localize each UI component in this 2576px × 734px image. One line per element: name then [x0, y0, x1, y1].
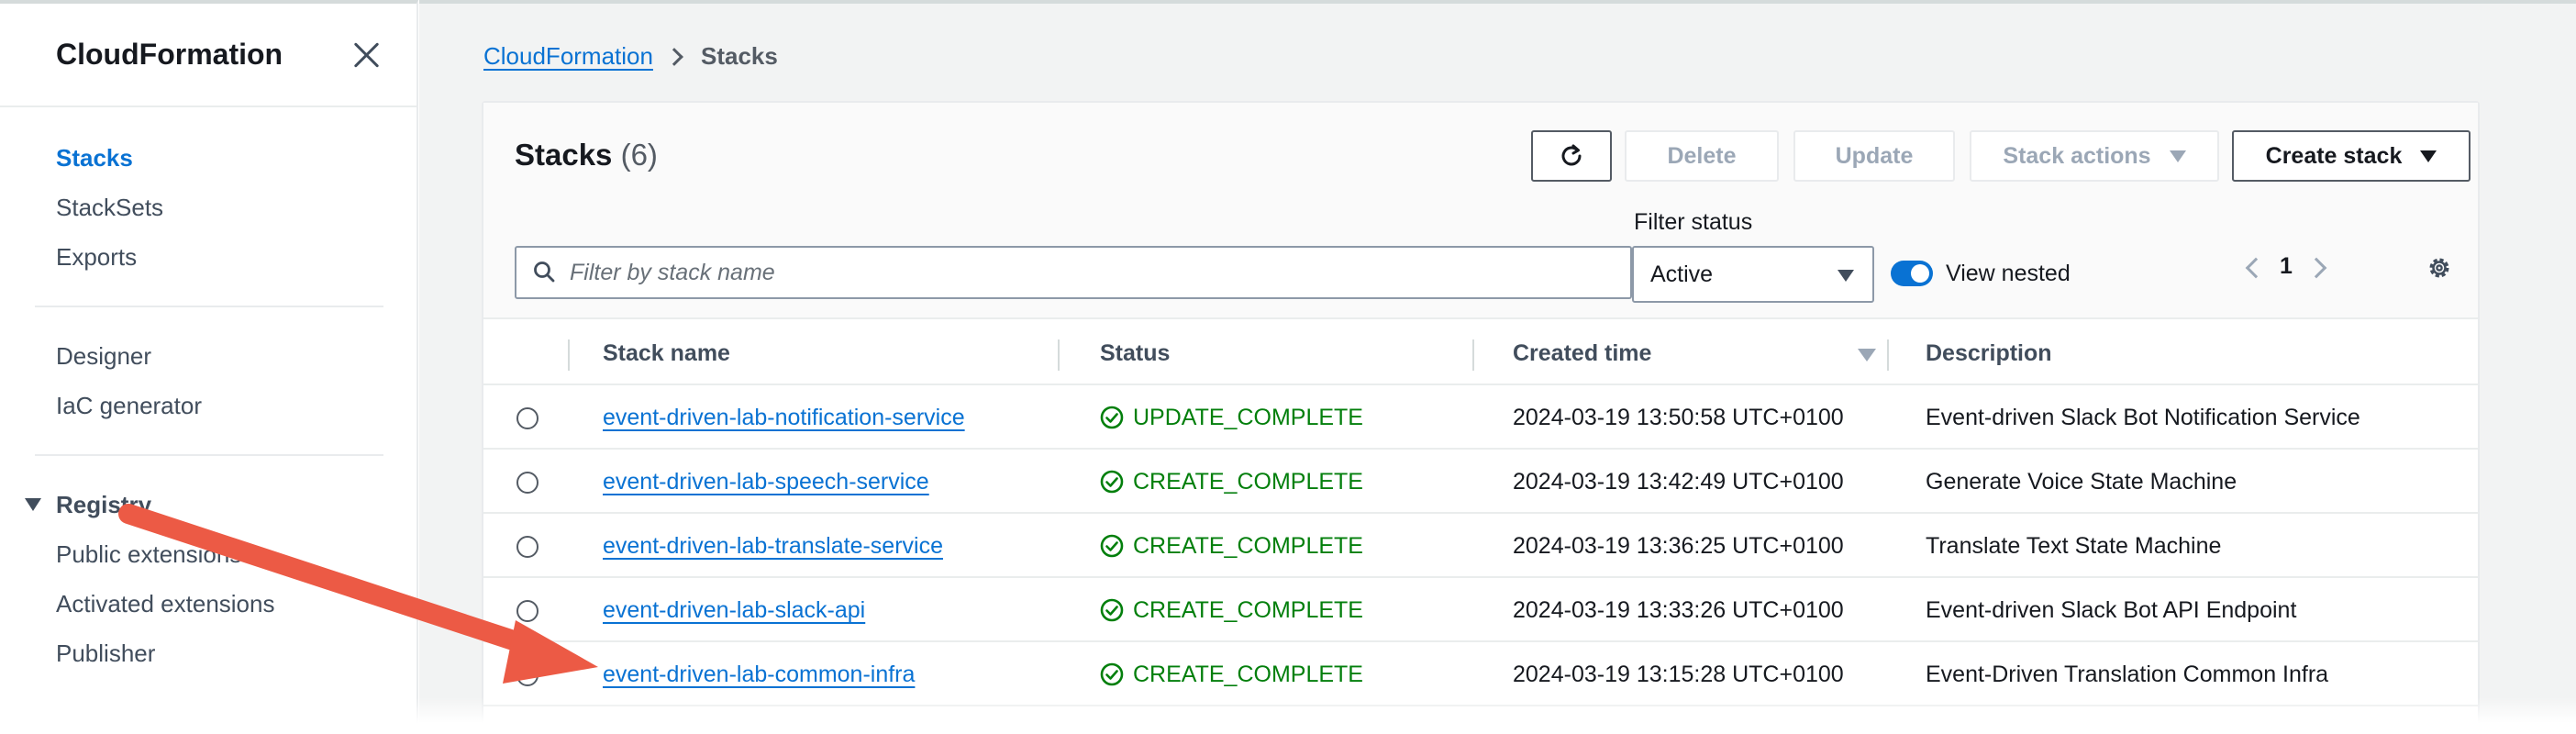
- nav-item-public-extensions[interactable]: Public extensions: [56, 529, 416, 579]
- check-circle-icon: [1100, 598, 1124, 622]
- caret-down-icon: [25, 498, 41, 511]
- stack-name-link[interactable]: event-driven-lab-speech-service: [603, 469, 929, 495]
- status-badge: CREATE_COMPLETE: [1100, 578, 1363, 642]
- panel-title: Stacks (6): [515, 138, 658, 172]
- nav-primary: Stacks StackSets Exports: [0, 133, 416, 282]
- registry-label: Registry: [56, 490, 152, 518]
- close-icon[interactable]: [352, 41, 380, 69]
- registry-section-toggle[interactable]: Registry: [0, 480, 416, 529]
- row-select-radio[interactable]: [516, 664, 539, 686]
- status-badge: CREATE_COMPLETE: [1100, 450, 1363, 514]
- search-input[interactable]: [570, 259, 1630, 286]
- table-row: event-driven-lab-speech-service CREATE_C…: [483, 450, 2478, 514]
- created-time: 2024-03-19 13:42:49 UTC+0100: [1513, 469, 1844, 495]
- nav-divider: [35, 306, 383, 307]
- nav-item-stacksets[interactable]: StackSets: [56, 183, 416, 232]
- sort-descending-icon[interactable]: [1858, 349, 1876, 361]
- chevron-right-icon[interactable]: [2305, 257, 2327, 279]
- nav-item-publisher[interactable]: Publisher: [56, 628, 416, 678]
- page-number[interactable]: 1: [2280, 253, 2293, 280]
- panel-title-text: Stacks: [515, 138, 613, 172]
- stack-actions-button[interactable]: Stack actions: [1970, 130, 2219, 182]
- refresh-icon: [1561, 144, 1582, 166]
- column-divider: [1472, 339, 1474, 371]
- stack-name-link[interactable]: event-driven-lab-notification-service: [603, 405, 965, 430]
- row-select-radio[interactable]: [516, 536, 539, 558]
- create-stack-label: Create stack: [2265, 142, 2403, 169]
- view-nested-label: View nested: [1946, 261, 2071, 286]
- check-circle-icon: [1100, 662, 1124, 686]
- filter-status-label: Filter status: [1634, 209, 1753, 235]
- table-row: event-driven-lab-notification-service UP…: [483, 385, 2478, 450]
- stack-name-link[interactable]: event-driven-lab-common-infra: [603, 662, 915, 687]
- nav-item-designer[interactable]: Designer: [56, 331, 416, 381]
- create-stack-button[interactable]: Create stack: [2232, 130, 2471, 182]
- nav-item-iac-generator[interactable]: IaC generator: [56, 381, 416, 430]
- nav-item-activated-extensions[interactable]: Activated extensions: [56, 579, 416, 628]
- created-time: 2024-03-19 13:36:25 UTC+0100: [1513, 533, 1844, 559]
- stack-description: Event-driven Slack Bot API Endpoint: [1926, 597, 2297, 623]
- status-text: CREATE_COMPLETE: [1133, 469, 1363, 495]
- delete-button[interactable]: Delete: [1625, 130, 1779, 182]
- column-header-stack-name[interactable]: Stack name: [603, 321, 730, 385]
- status-badge: CREATE_COMPLETE: [1100, 514, 1363, 578]
- table-row: event-driven-lab-slack-api CREATE_COMPLE…: [483, 578, 2478, 642]
- update-button[interactable]: Update: [1793, 130, 1955, 182]
- column-header-created-time[interactable]: Created time: [1513, 321, 1651, 385]
- column-divider: [1058, 339, 1060, 371]
- caret-down-icon: [1838, 270, 1854, 282]
- chevron-right-icon: [665, 47, 683, 66]
- stack-description: Translate Text State Machine: [1926, 533, 2222, 559]
- status-badge: UPDATE_COMPLETE: [1100, 385, 1363, 450]
- search-icon: [534, 261, 555, 283]
- row-select-radio[interactable]: [516, 407, 539, 429]
- gear-icon[interactable]: [2425, 253, 2454, 283]
- side-navigation: CloudFormation Stacks StackSets Exports …: [0, 0, 418, 734]
- check-circle-icon: [1100, 470, 1124, 494]
- stack-description: Generate Voice State Machine: [1926, 469, 2237, 495]
- screenshot-torn-edge: [0, 697, 2576, 734]
- sidebar-header: CloudFormation: [0, 4, 416, 107]
- column-header-description[interactable]: Description: [1926, 321, 2052, 385]
- main-content: CloudFormation Stacks Stacks (6) Delete …: [419, 0, 2576, 734]
- created-time: 2024-03-19 13:50:58 UTC+0100: [1513, 405, 1844, 430]
- column-divider: [568, 339, 570, 371]
- column-divider: [1887, 339, 1889, 371]
- nav-item-stacks[interactable]: Stacks: [56, 133, 416, 183]
- nav-divider: [35, 454, 383, 456]
- caret-down-icon: [2169, 150, 2186, 162]
- stack-description: Event-driven Slack Bot Notification Serv…: [1926, 405, 2360, 430]
- stack-count: (6): [620, 138, 658, 172]
- breadcrumb: CloudFormation Stacks: [483, 42, 778, 71]
- filter-status-value: Active: [1650, 261, 1714, 287]
- column-header-status[interactable]: Status: [1100, 321, 1170, 385]
- status-text: CREATE_COMPLETE: [1133, 597, 1363, 623]
- status-text: UPDATE_COMPLETE: [1133, 405, 1363, 430]
- nav-secondary: Designer IaC generator: [0, 331, 416, 430]
- sidebar-title: CloudFormation: [56, 38, 283, 71]
- caret-down-icon: [2420, 150, 2437, 162]
- view-nested-toggle[interactable]: [1891, 261, 1933, 286]
- breadcrumb-current: Stacks: [700, 42, 778, 70]
- table-header: Stack name Status Created time Descripti…: [483, 321, 2478, 385]
- stack-name-link[interactable]: event-driven-lab-slack-api: [603, 597, 865, 623]
- created-time: 2024-03-19 13:33:26 UTC+0100: [1513, 597, 1844, 623]
- status-text: CREATE_COMPLETE: [1133, 533, 1363, 559]
- panel-header: Stacks (6) Delete Update Stack actions C…: [483, 103, 2478, 319]
- check-circle-icon: [1100, 406, 1124, 429]
- check-circle-icon: [1100, 534, 1124, 558]
- breadcrumb-cloudformation-link[interactable]: CloudFormation: [483, 42, 653, 71]
- stack-name-link[interactable]: event-driven-lab-translate-service: [603, 533, 943, 559]
- row-select-radio[interactable]: [516, 600, 539, 622]
- row-select-radio[interactable]: [516, 472, 539, 494]
- nav-registry: Public extensions Activated extensions P…: [0, 529, 416, 678]
- table-row: event-driven-lab-translate-service CREAT…: [483, 514, 2478, 578]
- stack-search: [515, 246, 1632, 299]
- stacks-panel: Stacks (6) Delete Update Stack actions C…: [482, 101, 2480, 734]
- refresh-button[interactable]: [1531, 130, 1612, 182]
- stack-actions-label: Stack actions: [2003, 142, 2151, 169]
- chevron-left-icon[interactable]: [2245, 257, 2267, 279]
- nav-item-exports[interactable]: Exports: [56, 232, 416, 282]
- filter-status-select[interactable]: Active: [1632, 246, 1874, 303]
